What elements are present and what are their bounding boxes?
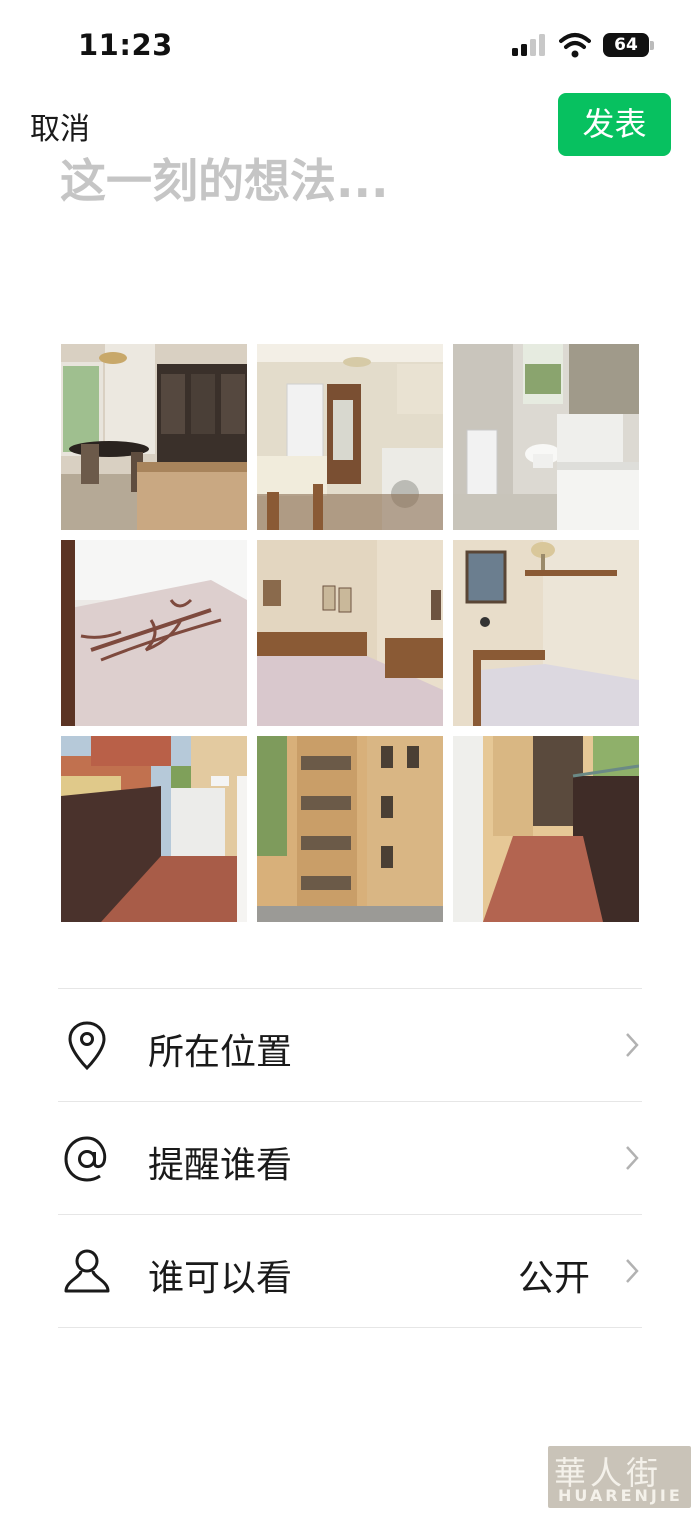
option-visibility[interactable]: 谁可以看 公开 [58,1215,642,1327]
option-location[interactable]: 所在位置 [58,989,642,1101]
battery-icon: 64 [603,33,649,57]
balcony-image [61,736,247,922]
building-exterior-image [257,736,443,922]
publish-button[interactable]: 发表 [558,93,671,156]
status-bar: 11:23 64 [0,0,700,90]
photo-bathroom[interactable] [453,344,639,530]
battery-tip [650,41,654,50]
option-visibility-value: 公开 [517,1258,590,1299]
compose-placeholder: 这一刻的想法... [60,157,389,205]
double-bedroom-image [257,540,443,726]
photo-bed-closeup[interactable] [61,540,247,726]
chevron-right-icon [626,1146,639,1170]
compose-text-area[interactable]: 这一刻的想法... [0,157,700,205]
wifi-icon [559,33,591,58]
option-visibility-label: 谁可以看 [148,1258,293,1299]
photo-balcony[interactable] [61,736,247,922]
battery-level: 64 [614,35,638,55]
photo-single-bedroom[interactable] [453,540,639,726]
dining-room-image [61,344,247,530]
watermark-latin: HUARENJIE [558,1486,683,1505]
at-sign-icon [64,1136,107,1182]
chevron-right-icon [626,1033,639,1057]
cancel-button[interactable]: 取消 [30,104,90,148]
bathroom-image [453,344,639,530]
photo-kitchen[interactable] [257,344,443,530]
option-mention[interactable]: 提醒谁看 [58,1102,642,1214]
photo-dining-room[interactable] [61,344,247,530]
option-mention-label: 提醒谁看 [148,1145,293,1186]
photo-building-exterior[interactable] [257,736,443,922]
option-location-label: 所在位置 [148,1032,293,1073]
person-icon [64,1249,110,1293]
watermark-logo: 華人街 HUARENJIE [548,1446,691,1508]
kitchen-image [257,344,443,530]
divider [58,1327,642,1328]
photo-balcony-corridor[interactable] [453,736,639,922]
photo-grid [61,344,639,922]
chevron-right-icon [626,1259,639,1283]
photo-double-bedroom[interactable] [257,540,443,726]
location-pin-icon [68,1021,106,1071]
bed-closeup-image [61,540,247,726]
status-time: 11:23 [78,28,173,62]
cellular-signal-icon [512,34,545,56]
balcony-corridor-image [453,736,639,922]
single-bedroom-image [453,540,639,726]
